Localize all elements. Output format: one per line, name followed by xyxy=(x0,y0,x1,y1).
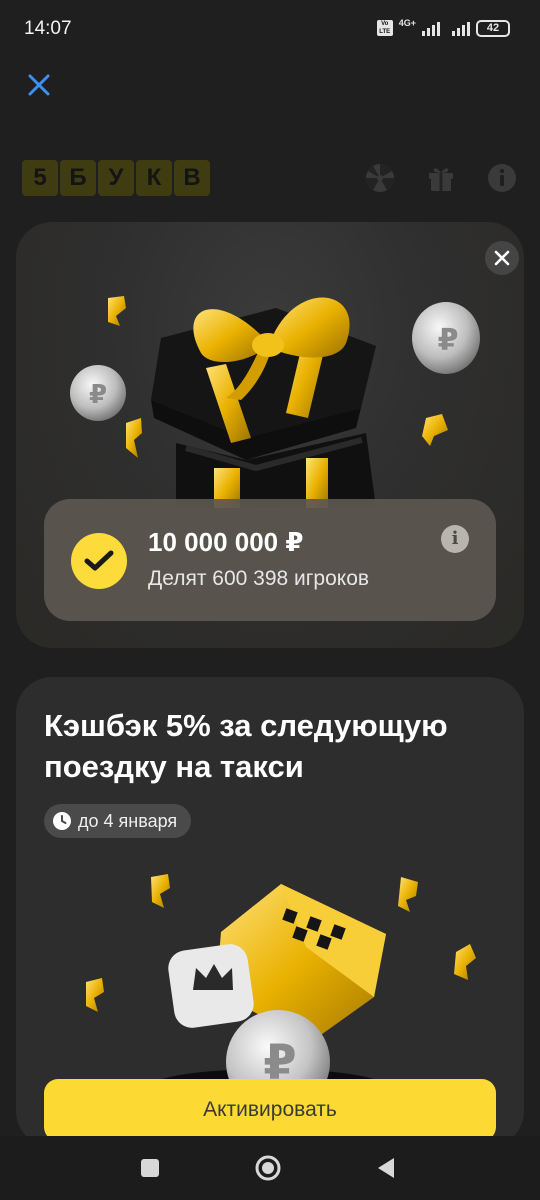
prize-card: ₽ ₽ 10 000 000 ₽ Делят 600 398 игроков i xyxy=(16,222,524,648)
svg-text:₽: ₽ xyxy=(438,323,459,358)
close-icon xyxy=(494,250,510,266)
battery-icon: 42 xyxy=(476,19,510,37)
activate-button[interactable]: Активировать xyxy=(44,1079,496,1141)
close-icon[interactable] xyxy=(22,68,56,102)
prize-info-button[interactable]: i xyxy=(441,525,469,553)
network-type-label: 4G+ xyxy=(398,18,416,28)
deadline-text: до 4 января xyxy=(78,810,178,831)
volte-icon: Vo LTE xyxy=(376,20,393,36)
prize-players-count: Делят 600 398 игроков xyxy=(148,567,370,590)
signal-icon xyxy=(422,20,440,36)
recent-apps-icon[interactable] xyxy=(134,1152,166,1184)
gift-icon[interactable] xyxy=(425,162,457,194)
logo-letter: Б xyxy=(60,160,96,196)
prize-info-panel: 10 000 000 ₽ Делят 600 398 игроков i xyxy=(44,499,496,621)
home-icon[interactable] xyxy=(252,1152,284,1184)
logo-letter: В xyxy=(174,160,210,196)
gift-illustration: ₽ ₽ xyxy=(70,296,480,508)
logo-letter: К xyxy=(136,160,172,196)
check-icon xyxy=(71,533,127,589)
prize-amount: 10 000 000 ₽ xyxy=(148,527,304,557)
svg-text:₽: ₽ xyxy=(89,380,107,410)
signal-icon xyxy=(452,20,470,36)
system-nav-bar xyxy=(0,1136,540,1200)
status-bar: 14:07 Vo LTE 4G+ 42 xyxy=(0,0,540,58)
deadline-badge: до 4 января xyxy=(44,804,192,838)
logo-letter: 5 xyxy=(22,160,58,196)
screen: 14:07 Vo LTE 4G+ 42 5 Б У К В ₽ ₽ 10 000… xyxy=(0,0,540,1200)
cashback-title: Кэшбэк 5% за следующую поездку на такси xyxy=(44,708,448,784)
status-time: 14:07 xyxy=(24,18,72,39)
game-logo: 5 Б У К В xyxy=(22,160,210,196)
back-icon[interactable] xyxy=(370,1152,402,1184)
prize-close-button[interactable] xyxy=(485,241,519,275)
logo-letter: У xyxy=(98,160,134,196)
cashback-card: Кэшбэк 5% за следующую поездку на такси … xyxy=(16,677,524,1147)
info-icon[interactable] xyxy=(486,162,518,194)
status-indicators: Vo LTE 4G+ 42 xyxy=(376,18,510,38)
wheel-icon[interactable] xyxy=(364,162,396,194)
clock-icon xyxy=(53,812,71,830)
